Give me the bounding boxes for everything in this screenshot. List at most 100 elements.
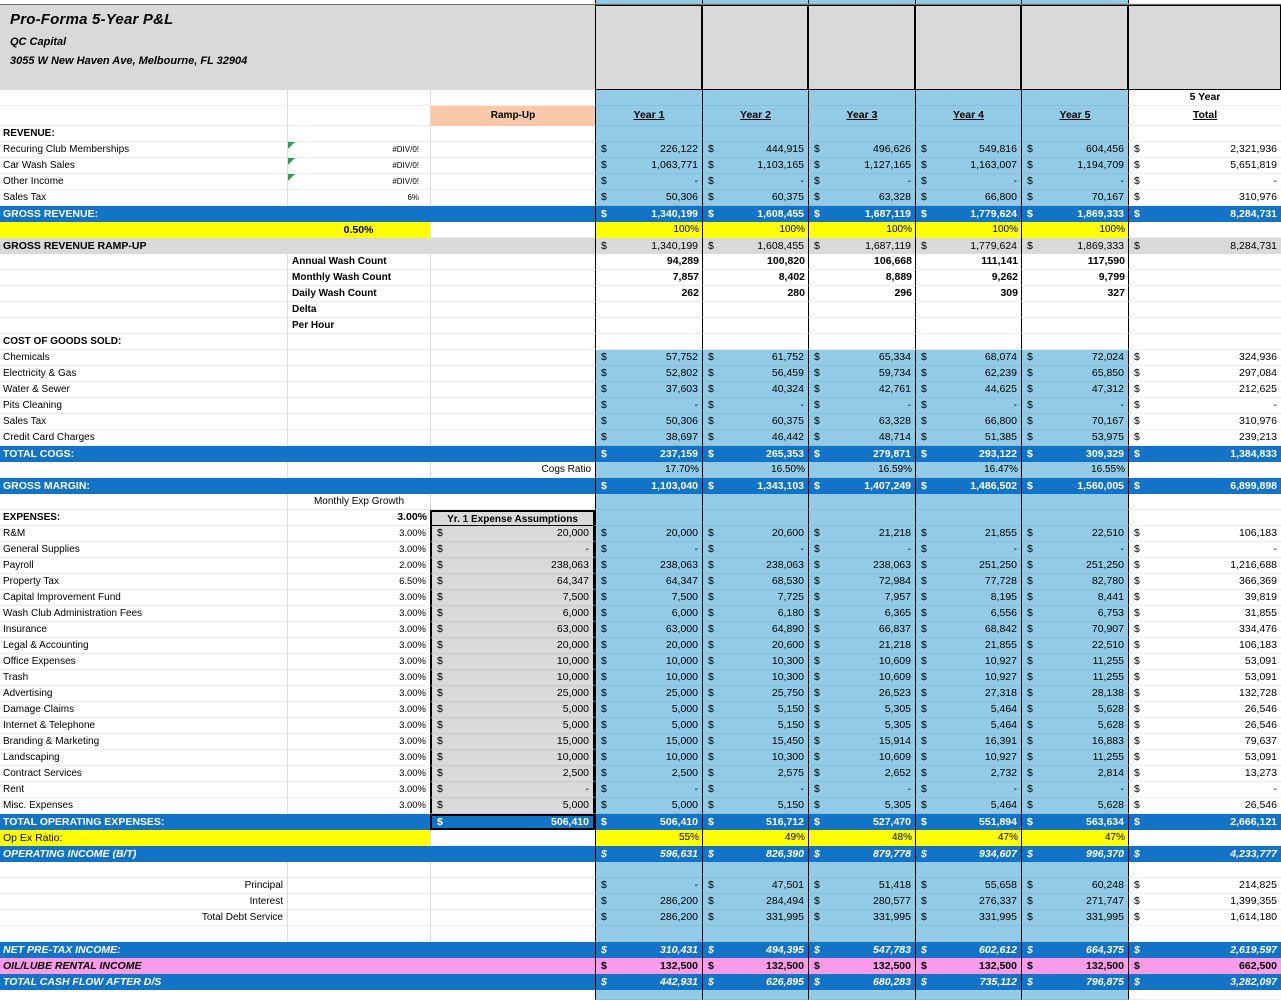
year1-cell[interactable]: $25,000: [595, 686, 702, 702]
year5-cell[interactable]: $331,995: [1021, 910, 1128, 926]
year2-cell[interactable]: $20,600: [702, 526, 808, 542]
year3-cell[interactable]: $1,687,119: [808, 238, 915, 254]
year5-cell[interactable]: 47%: [1021, 830, 1128, 846]
total-cell[interactable]: $2,619,597: [1128, 942, 1281, 958]
year5-cell[interactable]: $309,329: [1021, 446, 1128, 462]
year2-cell[interactable]: $331,995: [702, 910, 808, 926]
total-cell[interactable]: $39,819: [1128, 590, 1281, 606]
growth-rate-cell[interactable]: 3.00%: [287, 734, 430, 750]
year3-cell[interactable]: $5,305: [808, 702, 915, 718]
year4-cell[interactable]: $16,391: [915, 734, 1021, 750]
year1-cell[interactable]: $10,000: [595, 750, 702, 766]
year1-cell[interactable]: $10,000: [595, 670, 702, 686]
total-cell[interactable]: [1128, 862, 1281, 878]
assumption-cell[interactable]: $5,000: [430, 718, 595, 734]
cell[interactable]: [430, 894, 595, 910]
year2-cell[interactable]: $60,375: [702, 190, 808, 206]
year1-cell[interactable]: 262: [595, 286, 702, 302]
row-label[interactable]: Contract Services: [0, 766, 287, 782]
row-label[interactable]: Legal & Accounting: [0, 638, 287, 654]
row-label[interactable]: Annual Wash Count: [287, 254, 430, 270]
year4-cell[interactable]: [915, 494, 1021, 510]
year2-cell[interactable]: $64,890: [702, 622, 808, 638]
row-label[interactable]: Cogs Ratio: [430, 462, 595, 478]
year2-cell[interactable]: $1,608,455: [702, 238, 808, 254]
year2-cell[interactable]: $1,343,103: [702, 478, 808, 494]
year3-cell[interactable]: [808, 510, 915, 526]
cell[interactable]: [430, 862, 595, 878]
note-cell[interactable]: #DIV/0!: [287, 142, 430, 158]
year5-cell[interactable]: $72,024: [1021, 350, 1128, 366]
year1-cell[interactable]: $506,410: [595, 814, 702, 830]
cell[interactable]: [0, 286, 287, 302]
year5-cell[interactable]: $1,194,709: [1021, 158, 1128, 174]
total-cell[interactable]: $132,728: [1128, 686, 1281, 702]
assumptions-header[interactable]: Yr. 1 Expense Assumptions: [430, 510, 595, 526]
year1-cell[interactable]: $1,340,199: [595, 238, 702, 254]
year5-cell[interactable]: 9,799: [1021, 270, 1128, 286]
year4-cell[interactable]: 100%: [915, 222, 1021, 238]
year1-cell[interactable]: $15,000: [595, 734, 702, 750]
year1-cell[interactable]: $5,000: [595, 702, 702, 718]
year5-cell[interactable]: $ -: [1021, 542, 1128, 558]
year4-cell[interactable]: $55,658: [915, 878, 1021, 894]
note-cell[interactable]: [287, 382, 430, 398]
row-label[interactable]: Trash: [0, 670, 287, 686]
year1-cell[interactable]: [595, 90, 702, 106]
year2-cell[interactable]: $5,150: [702, 798, 808, 814]
year2-cell[interactable]: [702, 126, 808, 142]
year2-cell[interactable]: $2,575: [702, 766, 808, 782]
year5-cell[interactable]: $70,167: [1021, 190, 1128, 206]
year5-cell[interactable]: $8,441: [1021, 590, 1128, 606]
assumption-cell[interactable]: $20,000: [430, 638, 595, 654]
year3-cell[interactable]: $879,778: [808, 846, 915, 862]
total-cell[interactable]: $53,091: [1128, 750, 1281, 766]
row-label[interactable]: Sales Tax: [0, 414, 287, 430]
year4-cell[interactable]: $1,779,624: [915, 206, 1021, 222]
year2-cell[interactable]: $1,103,165: [702, 158, 808, 174]
year3-cell[interactable]: $66,837: [808, 622, 915, 638]
cell[interactable]: [430, 222, 595, 238]
year3-cell[interactable]: 16.59%: [808, 462, 915, 478]
year4-cell[interactable]: [915, 318, 1021, 334]
year2-cell[interactable]: $47,501: [702, 878, 808, 894]
year4-cell[interactable]: [915, 302, 1021, 318]
cell[interactable]: [0, 254, 287, 270]
year4-cell[interactable]: $1,779,624: [915, 238, 1021, 254]
total-cell[interactable]: $8,284,731: [1128, 238, 1281, 254]
year1-cell[interactable]: $596,631: [595, 846, 702, 862]
year1-cell[interactable]: $1,340,199: [595, 206, 702, 222]
total-cell[interactable]: $106,183: [1128, 638, 1281, 654]
label-cell[interactable]: [0, 106, 287, 126]
year4-cell[interactable]: $551,894: [915, 814, 1021, 830]
year2-cell[interactable]: $46,442: [702, 430, 808, 446]
year3-cell[interactable]: 8,889: [808, 270, 915, 286]
year4-cell[interactable]: $2,732: [915, 766, 1021, 782]
year5-cell[interactable]: $ -: [1021, 174, 1128, 190]
year3-cell[interactable]: $1,687,119: [808, 206, 915, 222]
year5-cell[interactable]: 117,590: [1021, 254, 1128, 270]
row-label[interactable]: Principal: [0, 878, 287, 894]
year2-cell[interactable]: $60,375: [702, 414, 808, 430]
year2-cell[interactable]: $5,150: [702, 718, 808, 734]
year3-cell[interactable]: $280,577: [808, 894, 915, 910]
cell[interactable]: [287, 926, 430, 942]
year4-cell[interactable]: $276,337: [915, 894, 1021, 910]
year5-cell[interactable]: $82,780: [1021, 574, 1128, 590]
year3-cell[interactable]: $132,500: [808, 958, 915, 974]
year4-cell[interactable]: 47%: [915, 830, 1021, 846]
year3-cell[interactable]: $ -: [808, 398, 915, 414]
year4-cell[interactable]: [915, 926, 1021, 942]
cell[interactable]: [0, 462, 287, 478]
year1-cell[interactable]: [595, 862, 702, 878]
year4-cell[interactable]: $10,927: [915, 654, 1021, 670]
cell[interactable]: [430, 190, 595, 206]
total-cell[interactable]: $31,855: [1128, 606, 1281, 622]
year4-cell[interactable]: $934,607: [915, 846, 1021, 862]
total-cell[interactable]: $2,321,936: [1128, 142, 1281, 158]
growth-rate-cell[interactable]: 3.00%: [287, 654, 430, 670]
year-column-header[interactable]: Year 2: [702, 106, 808, 126]
year-column-header[interactable]: Year 4: [915, 106, 1021, 126]
year5-cell[interactable]: $996,370: [1021, 846, 1128, 862]
total-row-label[interactable]: TOTAL COGS:: [0, 446, 595, 462]
